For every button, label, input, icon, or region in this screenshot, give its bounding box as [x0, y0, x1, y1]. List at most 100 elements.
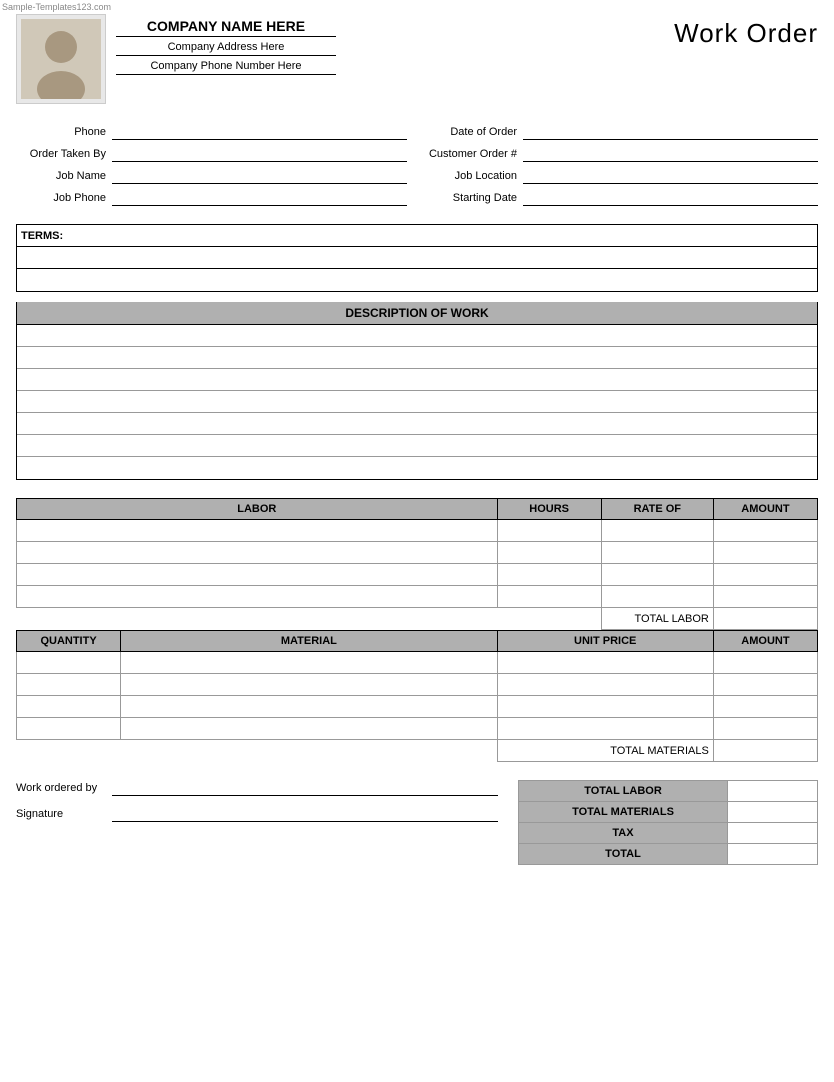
work-ordered-by-label: Work ordered by [16, 782, 106, 794]
materials-total-row: TOTAL MATERIALS [17, 740, 818, 762]
labor-row-1[interactable] [17, 520, 818, 542]
signature-row: Signature [16, 806, 498, 822]
materials-total-value[interactable] [713, 740, 817, 762]
labor-col-amount: AMOUNT [713, 499, 817, 520]
terms-label: TERMS: [21, 230, 63, 242]
starting-date-input[interactable] [523, 190, 818, 206]
labor-desc-1[interactable] [17, 520, 498, 542]
labor-desc-4[interactable] [17, 586, 498, 608]
signature-label: Signature [16, 808, 106, 820]
mat-qty-4[interactable] [17, 718, 121, 740]
mat-row-1[interactable] [17, 652, 818, 674]
job-phone-input[interactable] [112, 190, 407, 206]
company-logo [16, 14, 106, 104]
job-name-label: Job Name [16, 170, 106, 182]
mat-desc-1[interactable] [121, 652, 497, 674]
mat-desc-4[interactable] [121, 718, 497, 740]
work-row-5[interactable] [17, 413, 817, 435]
summary-row-labor: TOTAL LABOR [519, 781, 818, 802]
work-row-6[interactable] [17, 435, 817, 457]
watermark-text: Sample-Templates123.com [2, 2, 111, 12]
job-location-label: Job Location [427, 170, 517, 182]
company-info: COMPANY NAME HERE Company Address Here C… [116, 14, 336, 79]
terms-row-1[interactable] [17, 247, 817, 269]
mat-qty-3[interactable] [17, 696, 121, 718]
labor-row-4[interactable] [17, 586, 818, 608]
labor-hours-2[interactable] [497, 542, 601, 564]
starting-date-label: Starting Date [427, 192, 517, 204]
phone-input[interactable] [112, 124, 407, 140]
mat-qty-2[interactable] [17, 674, 121, 696]
mat-desc-2[interactable] [121, 674, 497, 696]
customer-order-input[interactable] [523, 146, 818, 162]
labor-hours-1[interactable] [497, 520, 601, 542]
job-phone-field-row: Job Phone [16, 190, 407, 206]
job-name-input[interactable] [112, 168, 407, 184]
summary-row-tax: TAX [519, 823, 818, 844]
date-of-order-input[interactable] [523, 124, 818, 140]
mat-price-1[interactable] [497, 652, 713, 674]
labor-desc-3[interactable] [17, 564, 498, 586]
work-ordered-by-input[interactable] [112, 780, 498, 796]
form-fields: Phone Date of Order Order Taken By Custo… [16, 124, 818, 206]
mat-row-2[interactable] [17, 674, 818, 696]
mat-col-material: MATERIAL [121, 631, 497, 652]
summary-tax-value[interactable] [728, 823, 818, 844]
company-phone: Company Phone Number Here [116, 60, 336, 75]
labor-rate-2[interactable] [601, 542, 713, 564]
mat-col-qty: QUANTITY [17, 631, 121, 652]
labor-amount-1[interactable] [713, 520, 817, 542]
document-title: Work Order [674, 14, 818, 49]
labor-amount-4[interactable] [713, 586, 817, 608]
summary-total-labor-value[interactable] [728, 781, 818, 802]
bottom-section: Work ordered by Signature TOTAL LABOR TO… [16, 780, 818, 865]
summary-total-materials-value[interactable] [728, 802, 818, 823]
work-row-2[interactable] [17, 347, 817, 369]
date-of-order-field-row: Date of Order [427, 124, 818, 140]
labor-amount-2[interactable] [713, 542, 817, 564]
mat-desc-3[interactable] [121, 696, 497, 718]
mat-price-3[interactable] [497, 696, 713, 718]
company-branding: COMPANY NAME HERE Company Address Here C… [16, 14, 336, 104]
mat-amount-4[interactable] [713, 718, 817, 740]
mat-row-3[interactable] [17, 696, 818, 718]
mat-amount-1[interactable] [713, 652, 817, 674]
labor-col-hours: HOURS [497, 499, 601, 520]
mat-price-2[interactable] [497, 674, 713, 696]
work-row-1[interactable] [17, 325, 817, 347]
labor-hours-4[interactable] [497, 586, 601, 608]
header-section: COMPANY NAME HERE Company Address Here C… [16, 14, 818, 104]
order-taken-by-input[interactable] [112, 146, 407, 162]
labor-desc-2[interactable] [17, 542, 498, 564]
terms-row-2[interactable] [17, 269, 817, 291]
job-name-field-row: Job Name [16, 168, 407, 184]
mat-row-4[interactable] [17, 718, 818, 740]
labor-rate-4[interactable] [601, 586, 713, 608]
labor-rate-3[interactable] [601, 564, 713, 586]
labor-amount-3[interactable] [713, 564, 817, 586]
labor-hours-3[interactable] [497, 564, 601, 586]
labor-rate-1[interactable] [601, 520, 713, 542]
summary-total-value[interactable] [728, 844, 818, 865]
materials-table: QUANTITY MATERIAL UNIT PRICE AMOUNT [16, 630, 818, 762]
labor-total-label: TOTAL LABOR [601, 608, 713, 630]
mat-price-4[interactable] [497, 718, 713, 740]
customer-order-label: Customer Order # [427, 148, 517, 160]
work-row-7[interactable] [17, 457, 817, 479]
labor-row-2[interactable] [17, 542, 818, 564]
work-row-3[interactable] [17, 369, 817, 391]
labor-col-labor: LABOR [17, 499, 498, 520]
mat-qty-1[interactable] [17, 652, 121, 674]
order-taken-by-label: Order Taken By [16, 148, 106, 160]
work-row-4[interactable] [17, 391, 817, 413]
summary-total-labor-label: TOTAL LABOR [519, 781, 728, 802]
materials-total-label: TOTAL MATERIALS [497, 740, 713, 762]
summary-total-label: TOTAL [519, 844, 728, 865]
mat-col-unit-price: UNIT PRICE [497, 631, 713, 652]
mat-amount-3[interactable] [713, 696, 817, 718]
mat-amount-2[interactable] [713, 674, 817, 696]
job-location-input[interactable] [523, 168, 818, 184]
labor-total-value[interactable] [713, 608, 817, 630]
signature-input[interactable] [112, 806, 498, 822]
labor-row-3[interactable] [17, 564, 818, 586]
